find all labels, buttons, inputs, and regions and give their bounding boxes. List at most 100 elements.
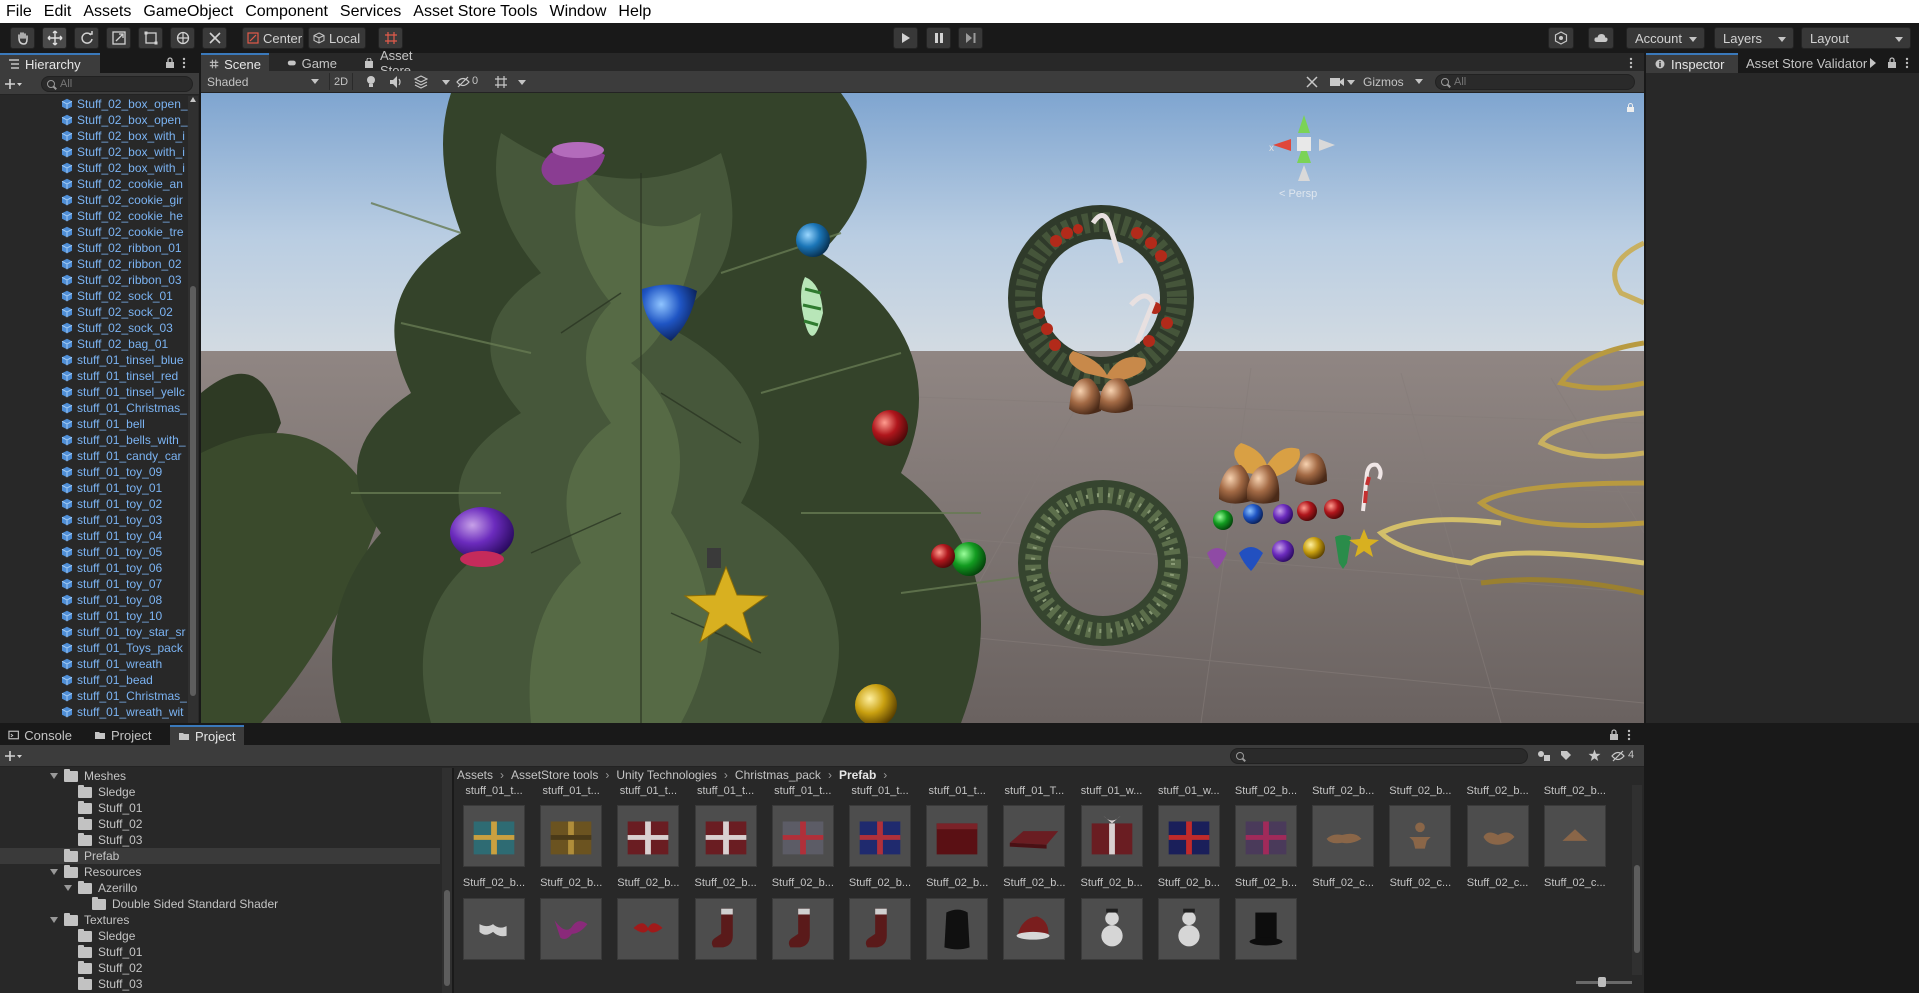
hierarchy-item[interactable]: Stuff_02_cookie_he — [0, 208, 190, 224]
transform-tool-button[interactable] — [170, 27, 195, 49]
cloud-button[interactable] — [1588, 27, 1614, 49]
hierarchy-search-input[interactable]: All — [41, 76, 193, 92]
asset-thumbnail-ribbon-white[interactable] — [463, 898, 525, 960]
favorite-star-icon[interactable] — [1588, 749, 1601, 762]
camera-dropdown-icon[interactable] — [1347, 80, 1355, 85]
camera-icon[interactable] — [1329, 75, 1345, 89]
breadcrumb-item[interactable]: Unity Technologies — [616, 768, 717, 782]
asset-caption[interactable]: stuff_01_w... — [1155, 785, 1223, 797]
asset-grid-scroll-thumb[interactable] — [1634, 865, 1640, 953]
asset-caption[interactable]: Stuff_02_b... — [460, 877, 528, 889]
tab-hierarchy[interactable]: Hierarchy — [0, 53, 100, 73]
rect-tool-button[interactable] — [138, 27, 163, 49]
asset-caption[interactable]: Stuff_02_b... — [923, 877, 991, 889]
hierarchy-item[interactable]: Stuff_02_sock_02 — [0, 304, 190, 320]
folder-tree-item[interactable]: Double Sided Standard Shader — [0, 896, 440, 912]
scene-search-input[interactable]: All — [1435, 74, 1635, 90]
tab-asset-store[interactable]: Asset Store — [355, 48, 455, 78]
chevron-right-icon[interactable] — [1870, 58, 1876, 68]
shading-mode-dropdown[interactable]: Shaded — [205, 73, 323, 90]
2d-toggle[interactable]: 2D — [329, 73, 353, 90]
asset-caption[interactable]: stuff_01_t... — [846, 785, 914, 797]
layout-dropdown[interactable]: Layout — [1801, 27, 1911, 49]
hierarchy-item[interactable]: stuff_01_toy_05 — [0, 544, 190, 560]
asset-thumbnail-box-purple[interactable] — [1235, 805, 1297, 867]
asset-caption[interactable]: Stuff_02_b... — [692, 877, 760, 889]
hierarchy-item[interactable]: Stuff_02_cookie_tre — [0, 224, 190, 240]
asset-thumbnail-lid-red[interactable] — [1003, 805, 1066, 867]
scale-tool-button[interactable] — [106, 27, 131, 49]
tab-game[interactable]: Game — [279, 53, 345, 73]
asset-thumbnail-box-open-red[interactable] — [926, 805, 989, 867]
hierarchy-item[interactable]: stuff_01_bead — [0, 672, 190, 688]
folder-tree-item[interactable]: Stuff_01 — [0, 800, 440, 816]
asset-thumbnail-box-blue[interactable] — [849, 805, 911, 867]
hierarchy-item[interactable]: stuff_01_toy_08 — [0, 592, 190, 608]
asset-caption[interactable]: Stuff_02_b... — [1232, 785, 1300, 797]
create-button[interactable] — [5, 76, 29, 92]
asset-caption[interactable]: stuff_01_T... — [1000, 785, 1068, 797]
asset-thumbnail-sock-red[interactable] — [771, 898, 834, 960]
folder-tree-item[interactable]: Stuff_01 — [0, 944, 440, 960]
breadcrumb-item[interactable]: Christmas_pack — [735, 768, 821, 782]
tab-asset-store-validator[interactable]: Asset Store Validator — [1738, 53, 1884, 73]
grid-snap-button[interactable] — [378, 27, 403, 49]
asset-thumbnail-hat-red[interactable] — [1003, 898, 1066, 960]
menu-window[interactable]: Window — [543, 0, 612, 23]
hierarchy-item[interactable]: stuff_01_toy_06 — [0, 560, 190, 576]
play-button[interactable] — [893, 27, 918, 49]
asset-caption[interactable]: Stuff_02_b... — [1000, 877, 1068, 889]
menu-edit[interactable]: Edit — [38, 0, 78, 23]
hierarchy-item[interactable]: Stuff_02_box_open_ — [0, 112, 190, 128]
project-more-icon[interactable] — [1627, 729, 1631, 741]
audio-speaker-icon[interactable] — [389, 75, 403, 89]
hierarchy-item[interactable]: stuff_01_toy_star_sr — [0, 624, 190, 640]
breadcrumb-item[interactable]: AssetStore tools — [511, 768, 598, 782]
pause-button[interactable] — [926, 27, 951, 49]
breadcrumb-item[interactable]: Assets — [457, 768, 493, 782]
hierarchy-item[interactable]: Stuff_02_box_with_i — [0, 128, 190, 144]
folder-tree-item[interactable]: Stuff_03 — [0, 976, 440, 992]
perspective-label[interactable]: < Persp — [1279, 188, 1317, 200]
asset-thumbnail-snowman[interactable] — [1080, 898, 1143, 960]
hierarchy-item[interactable]: stuff_01_bell — [0, 416, 190, 432]
asset-thumbnail-cookie-heart[interactable] — [1466, 805, 1529, 867]
hierarchy-item[interactable]: stuff_01_toy_09 — [0, 464, 190, 480]
account-dropdown[interactable]: Account — [1626, 27, 1705, 49]
hierarchy-item[interactable]: Stuff_02_sock_01 — [0, 288, 190, 304]
asset-caption[interactable]: Stuff_02_c... — [1309, 877, 1377, 889]
asset-caption[interactable]: Stuff_02_b... — [1078, 877, 1146, 889]
asset-caption[interactable]: stuff_01_t... — [692, 785, 760, 797]
search-by-type-icon[interactable] — [1537, 750, 1551, 762]
asset-caption[interactable]: Stuff_02_b... — [1386, 785, 1454, 797]
asset-caption[interactable]: stuff_01_t... — [537, 785, 605, 797]
inspector-lock-icon[interactable] — [1887, 57, 1897, 69]
hierarchy-item[interactable]: stuff_01_toy_03 — [0, 512, 190, 528]
asset-thumbnail-box-teal[interactable] — [463, 805, 525, 867]
tab-project[interactable]: Project — [86, 725, 166, 745]
rotate-tool-button[interactable] — [74, 27, 99, 49]
asset-thumbnail-box-red[interactable] — [694, 805, 757, 867]
asset-thumbnail-box-grey[interactable] — [771, 805, 834, 867]
hierarchy-item[interactable]: stuff_01_Christmas_ — [0, 400, 190, 416]
asset-grid-scrollbar[interactable] — [1632, 785, 1642, 975]
hidden-packages-eye-icon[interactable] — [1611, 750, 1625, 762]
folder-tree-item[interactable]: Meshes — [0, 768, 440, 784]
hierarchy-item[interactable]: stuff_01_bells_with_ — [0, 432, 190, 448]
collab-button[interactable] — [1548, 27, 1574, 49]
asset-caption[interactable]: Stuff_02_b... — [1309, 785, 1377, 797]
custom-tool-button[interactable] — [202, 27, 227, 49]
asset-caption[interactable]: Stuff_02_c... — [1541, 877, 1609, 889]
hierarchy-item[interactable]: Stuff_02_bag_01 — [0, 336, 190, 352]
tab-scene[interactable]: Scene — [201, 53, 269, 73]
expand-arrow-icon[interactable] — [50, 773, 58, 779]
move-tool-button[interactable] — [42, 27, 67, 49]
project-create-button[interactable] — [5, 748, 29, 764]
pivot-mode-button[interactable]: Center — [242, 27, 304, 49]
asset-caption[interactable]: Stuff_02_b... — [1464, 785, 1532, 797]
asset-caption[interactable]: stuff_01_w... — [1078, 785, 1146, 797]
tab-project-active[interactable]: Project — [170, 725, 244, 745]
menu-assets[interactable]: Assets — [77, 0, 137, 23]
asset-thumbnail-box-red[interactable] — [617, 805, 680, 867]
hierarchy-scroll-thumb[interactable] — [190, 286, 196, 696]
